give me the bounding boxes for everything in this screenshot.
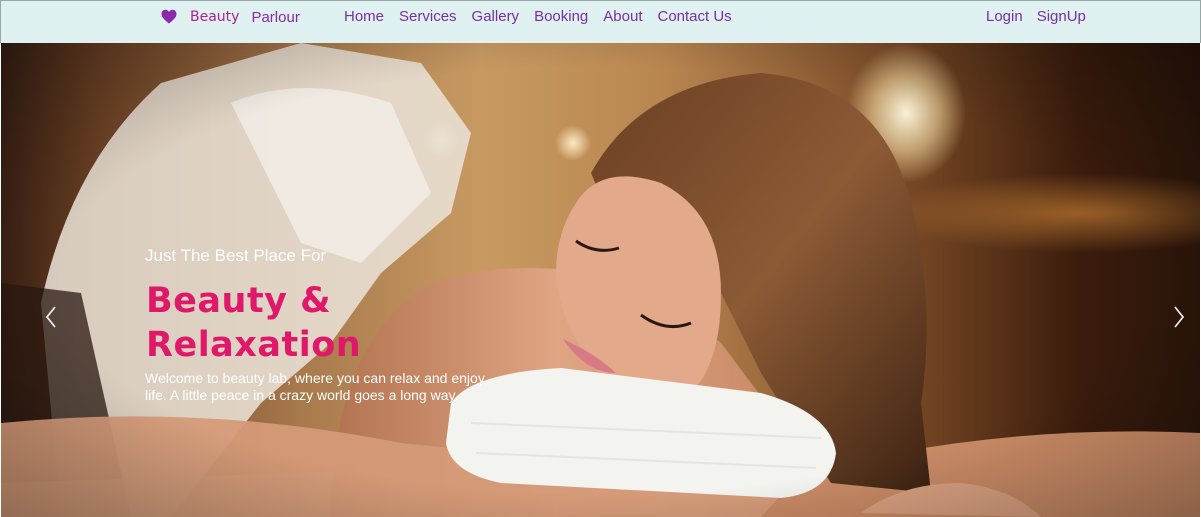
nav-services-link[interactable]: Services — [399, 7, 457, 27]
brand-name-parlour: Parlour — [251, 8, 300, 26]
chevron-left-icon[interactable] — [43, 305, 59, 329]
main-nav: Home Services Gallery Booking About Cont… — [344, 7, 747, 27]
chevron-right-icon[interactable] — [1171, 305, 1187, 329]
signup-link[interactable]: SignUp — [1037, 7, 1086, 27]
nav-contact-link[interactable]: Contact Us — [657, 7, 731, 27]
hero-subheading: Just The Best Place For — [145, 246, 327, 265]
navbar: Beauty Parlour Home Services Gallery Boo… — [0, 0, 1201, 43]
nav-about-link[interactable]: About — [603, 7, 642, 27]
hero-description: Welcome to beauty lab, where you can rel… — [145, 370, 485, 403]
hero-headline: Beauty & Relaxation — [146, 281, 362, 365]
nav-home-link[interactable]: Home — [344, 7, 384, 27]
nav-booking-link[interactable]: Booking — [534, 7, 588, 27]
brand-name-beauty: Beauty — [190, 9, 240, 25]
auth-nav: Login SignUp — [986, 7, 1100, 27]
brand-logo[interactable]: Beauty Parlour — [161, 7, 300, 27]
nav-gallery-link[interactable]: Gallery — [472, 7, 520, 27]
login-link[interactable]: Login — [986, 7, 1023, 27]
heart-icon — [161, 9, 177, 24]
hero-carousel: Just The Best Place For Beauty & Relaxat… — [1, 43, 1200, 517]
